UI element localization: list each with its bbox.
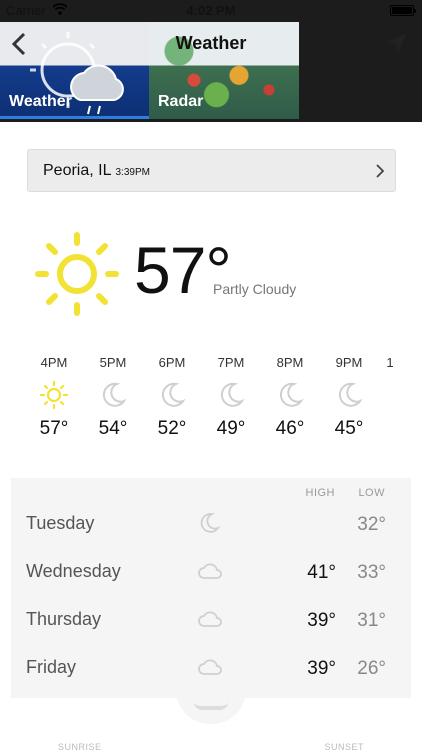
hourly-item: 8PM 46° — [261, 355, 319, 440]
cloud-icon — [198, 659, 222, 675]
tab-selected-indicator — [0, 116, 149, 119]
hour-temp: 52° — [157, 418, 187, 439]
hourly-item: 1 — [370, 355, 410, 375]
day-row[interactable]: Wednesday 41° 33° — [11, 548, 411, 596]
hourly-item: 7PM 49° — [202, 355, 260, 440]
moon-icon — [200, 513, 221, 533]
current-condition: Partly Cloudy — [213, 281, 297, 297]
location-selector[interactable]: Peoria, IL 3:39PM — [27, 149, 396, 192]
location-city: Peoria, IL — [43, 162, 112, 179]
moon-icon — [161, 382, 186, 407]
status-bar: Carrier 4:02 PM — [0, 0, 422, 22]
day-high: 39° — [307, 658, 336, 679]
expand-drawer-handle[interactable] — [176, 690, 246, 724]
hour-time: 5PM — [99, 355, 127, 370]
day-name: Wednesday — [26, 561, 121, 581]
hour-temp: 57° — [39, 418, 69, 439]
day-low: 33° — [357, 562, 386, 583]
tab-weather-label: Weather — [9, 93, 72, 110]
day-name: Thursday — [26, 609, 102, 629]
hour-time: 7PM — [217, 355, 245, 370]
day-high: 41° — [307, 562, 336, 583]
daily-forecast: HIGH LOW Tuesday 32° Wednesday 41° 33° T… — [11, 478, 411, 698]
hour-time: 6PM — [158, 355, 186, 370]
day-low: 32° — [357, 514, 386, 535]
hourly-item: 4PM 57° — [25, 355, 83, 440]
day-high: 39° — [307, 610, 336, 631]
hour-temp: 54° — [98, 418, 128, 439]
nav-bar: Weather — [0, 22, 422, 66]
sun-icon — [39, 380, 69, 410]
page-title: Weather — [175, 33, 247, 53]
moon-icon — [102, 382, 127, 407]
hour-temp: 46° — [275, 418, 305, 439]
day-row[interactable]: Tuesday 32° — [11, 500, 411, 548]
hour-temp: 49° — [216, 418, 246, 439]
status-time: 4:02 PM — [186, 3, 236, 18]
day-name: Friday — [26, 657, 77, 677]
day-low: 26° — [357, 658, 386, 679]
chevron-right-icon — [376, 164, 385, 178]
location-arrow-icon[interactable] — [386, 32, 408, 54]
cloud-icon — [198, 611, 222, 627]
hourly-item: 6PM 52° — [143, 355, 201, 440]
moon-icon — [220, 382, 245, 407]
moon-icon — [279, 382, 304, 407]
location-label: Peoria, IL 3:39PM — [43, 162, 150, 180]
high-column-header: HIGH — [305, 487, 335, 499]
hour-temp: 45° — [334, 418, 364, 439]
sunrise-label: SUNRISE — [58, 742, 102, 750]
chevron-down-icon — [194, 702, 228, 710]
day-low: 31° — [357, 610, 386, 631]
cloud-icon — [198, 563, 222, 579]
sun-icon — [35, 232, 119, 316]
moon-icon — [338, 382, 363, 407]
battery-icon — [390, 5, 416, 16]
tab-radar-label: Radar — [158, 93, 204, 110]
hour-time: 1 — [386, 355, 394, 370]
day-row[interactable]: Thursday 39° 31° — [11, 596, 411, 644]
sunset-label: SUNSET — [324, 742, 364, 750]
hour-time: 4PM — [40, 355, 68, 370]
hourly-forecast[interactable]: 4PM 57° 5PM 54° 6PM 52° 7PM 49° 8PM 46° … — [0, 355, 422, 455]
location-time: 3:39PM — [115, 167, 150, 178]
day-name: Tuesday — [26, 513, 95, 533]
hour-time: 8PM — [276, 355, 304, 370]
low-column-header: LOW — [358, 487, 385, 499]
hourly-item: 5PM 54° — [84, 355, 142, 440]
day-row[interactable]: Friday 39° 26° — [11, 644, 411, 692]
